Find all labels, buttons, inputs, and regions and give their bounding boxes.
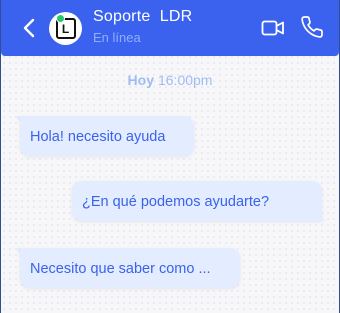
message-tail [316,213,326,221]
incoming-message[interactable]: Hola! necesito ayuda [20,116,194,156]
date-separator: Hoy 16:00pm [1,72,339,88]
date-separator-day: Hoy [127,72,154,88]
chevron-left-icon [23,18,35,38]
chat-header: L Soporte LDR En línea [1,0,339,56]
date-separator-time: 16:00pm [157,72,213,88]
contact-name: Soporte LDR [93,8,193,25]
message-text: Necesito que saber como ... [30,261,211,277]
voice-call-button[interactable] [299,14,325,40]
outgoing-message[interactable]: ¿En qué podemos ayudarte? [72,181,322,221]
chat-window: L Soporte LDR En línea Hoy 16:00pm Hola! … [0,0,340,313]
video-camera-icon [261,20,284,36]
incoming-message[interactable]: Necesito que saber como ... [20,248,240,288]
contact-status: En línea [93,30,141,45]
online-status-indicator [56,14,65,23]
avatar[interactable]: L [49,12,82,45]
message-text: Hola! necesito ayuda [30,129,166,145]
message-text: ¿En qué podemos ayudarte? [82,194,270,210]
back-button[interactable] [17,16,41,40]
video-call-button[interactable] [260,16,286,40]
phone-icon [301,16,323,38]
